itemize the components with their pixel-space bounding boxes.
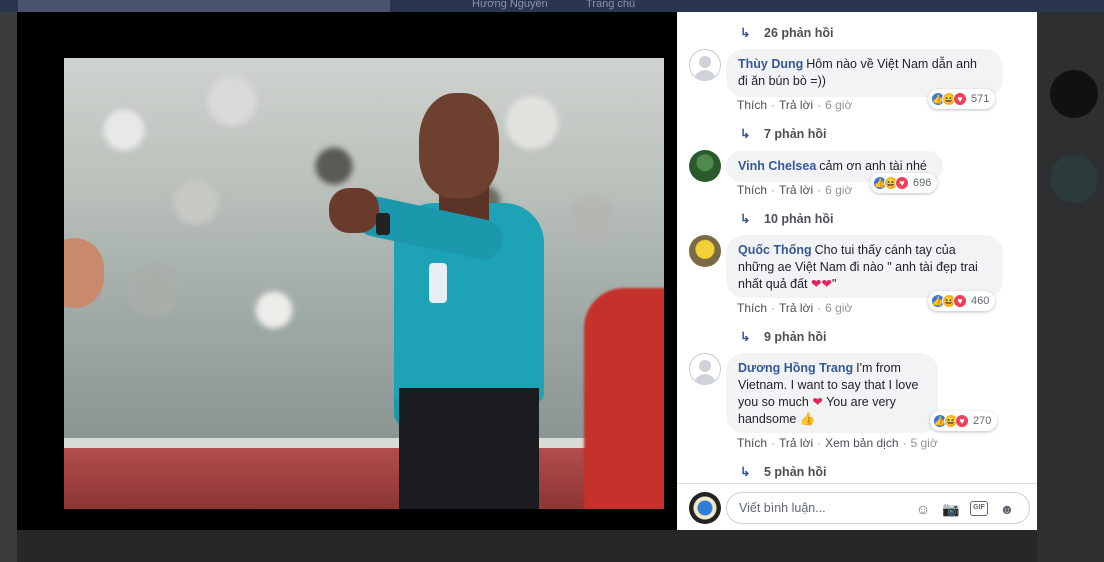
comment-text: Vietnam. I want to say that I love: [738, 378, 919, 392]
photo-viewer: [17, 12, 677, 530]
comment-text: handsome: [738, 412, 797, 426]
emoji-icon[interactable]: ☺: [914, 500, 932, 518]
header-home-link: Trang chủ: [586, 0, 636, 10]
right-sidebar-dimmed: [1037, 12, 1104, 562]
avatar[interactable]: [689, 353, 721, 385]
comment-text: You are very: [826, 395, 896, 409]
sidebar-avatar: [1050, 155, 1098, 203]
bottom-page-dimmed: [17, 530, 1037, 562]
heart-emoji-icon: ❤: [812, 395, 823, 409]
comment-actions: Thích · Trả lời · 6 giờ: [737, 183, 853, 197]
like-link[interactable]: Thích: [737, 301, 767, 315]
reply-arrow-icon: ↳: [740, 26, 751, 40]
blurred-crowd: [64, 58, 664, 418]
header-user-name: Hương Nguyễn: [472, 0, 548, 10]
reply-link[interactable]: Trả lời: [779, 183, 813, 197]
view-replies-link[interactable]: ↳ 9 phản hồi: [740, 329, 827, 344]
comment-actions: Thích · Trả lời · Xem bản dịch · 5 giờ: [737, 436, 938, 450]
referee-hand: [329, 188, 379, 233]
reaction-count: 270: [973, 415, 992, 427]
reply-arrow-icon: ↳: [740, 465, 751, 479]
avatar[interactable]: [689, 235, 721, 267]
view-replies-link[interactable]: ↳ 5 phản hồi: [740, 464, 827, 479]
comment-text: Hôm nào về Việt Nam dẫn anh: [806, 57, 977, 71]
love-reaction-icon: ♥: [895, 176, 909, 190]
see-translation-link[interactable]: Xem bản dịch: [825, 436, 898, 450]
comment-actions: Thích · Trả lời · 6 giờ: [737, 301, 853, 315]
referee-watch: [376, 213, 390, 235]
referee-shorts: [399, 388, 539, 509]
reaction-summary[interactable]: 👍 😆 ♥ 571: [928, 89, 996, 109]
reaction-count: 460: [971, 295, 990, 307]
reaction-count: 696: [913, 177, 932, 189]
gif-icon[interactable]: GIF: [970, 501, 988, 516]
sticker-icon[interactable]: ☻: [998, 500, 1016, 518]
reply-link[interactable]: Trả lời: [779, 436, 813, 450]
search-bar-dimmed: [18, 0, 390, 12]
left-page-dimmed: [0, 12, 17, 562]
timestamp[interactable]: 5 giờ: [911, 436, 938, 450]
timestamp[interactable]: 6 giờ: [825, 301, 852, 315]
heart-emoji-icon: ❤❤: [811, 277, 832, 291]
love-reaction-icon: ♥: [953, 294, 967, 308]
reaction-summary[interactable]: 👍 😆 ♥ 460: [928, 291, 996, 311]
love-reaction-icon: ♥: [955, 414, 969, 428]
timestamp[interactable]: 6 giờ: [825, 98, 852, 112]
comment-author[interactable]: Vinh Chelsea: [738, 159, 816, 173]
advertising-board: [64, 448, 664, 509]
reply-link[interactable]: Trả lời: [779, 301, 813, 315]
comment-text: Cho tui thấy cánh tay của: [814, 243, 956, 257]
comment-input-placeholder: Viết bình luận...: [739, 501, 826, 515]
divider: [677, 483, 1037, 484]
comment-text: đi ăn bún bò =)): [738, 74, 826, 88]
avatar[interactable]: [689, 49, 721, 81]
comment-author[interactable]: Quốc Thống: [738, 243, 812, 257]
comment-actions: Thích · Trả lời · 6 giờ: [737, 98, 853, 112]
reaction-summary[interactable]: 👍 😆 ♥ 270: [930, 411, 998, 431]
reaction-count: 571: [971, 93, 990, 105]
comment-text: những ae Việt Nam đi nào " anh tài đẹp t…: [738, 260, 978, 274]
comment-input[interactable]: Viết bình luận... ☺ 📷 GIF ☻: [726, 492, 1030, 524]
camera-icon[interactable]: 📷: [942, 500, 960, 518]
comment-bubble: Dương Hồng Trang I'm from Vietnam. I want …: [726, 353, 938, 433]
reply-arrow-icon: ↳: [740, 127, 751, 141]
view-replies-link[interactable]: ↳ 7 phản hồi: [740, 126, 827, 141]
referee-head: [419, 93, 499, 198]
comment-bubble: Quốc Thống Cho tui thấy cánh tay của những…: [726, 235, 1003, 298]
referee-photo[interactable]: [64, 58, 664, 509]
view-replies-link[interactable]: ↳ 10 phản hồi: [740, 211, 833, 226]
reply-arrow-icon: ↳: [740, 212, 751, 226]
love-reaction-icon: ♥: [953, 92, 967, 106]
comment-text: ": [831, 277, 837, 291]
comments-panel: ↳ 26 phản hồi Thùy Dung Hôm nào về Việt Na…: [677, 12, 1037, 530]
fifa-badge: [429, 263, 447, 303]
reaction-summary[interactable]: 👍 😆 ♥ 696: [870, 173, 938, 193]
thumbs-up-emoji-icon: 👍: [799, 412, 816, 426]
current-user-avatar[interactable]: [689, 492, 721, 524]
like-link[interactable]: Thích: [737, 436, 767, 450]
timestamp[interactable]: 6 giờ: [825, 183, 852, 197]
red-shirt-player: [584, 288, 664, 509]
reply-link[interactable]: Trả lời: [779, 98, 813, 112]
comment-text: cảm ơn anh tài nhé: [819, 159, 927, 173]
comment-author[interactable]: Dương Hồng Trang: [738, 361, 853, 375]
reply-arrow-icon: ↳: [740, 330, 751, 344]
comment-text: you so much: [738, 395, 809, 409]
avatar[interactable]: [689, 150, 721, 182]
sidebar-avatar: [1050, 70, 1098, 118]
comment-text: nhất quả đất: [738, 277, 808, 291]
like-link[interactable]: Thích: [737, 183, 767, 197]
like-link[interactable]: Thích: [737, 98, 767, 112]
view-replies-link[interactable]: ↳ 26 phản hồi: [740, 25, 833, 40]
comment-text: I'm from: [856, 361, 901, 375]
comment-author[interactable]: Thùy Dung: [738, 57, 803, 71]
